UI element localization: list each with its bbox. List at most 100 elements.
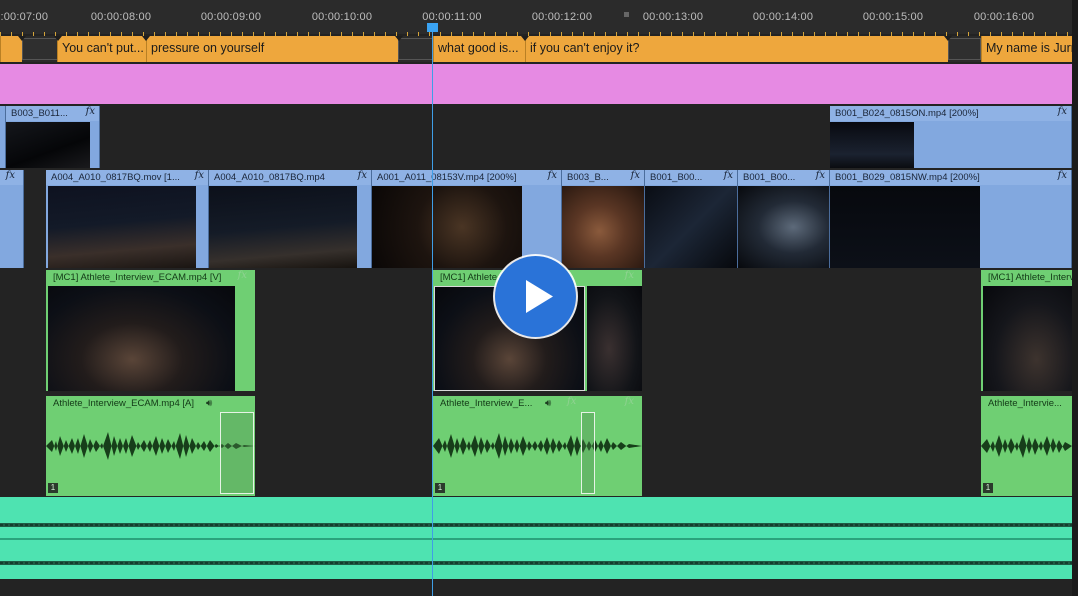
caption-clip[interactable]: if you can't enjoy it?: [525, 36, 948, 62]
playhead-line[interactable]: [432, 24, 433, 596]
audio-waveform: [433, 433, 642, 459]
video-clip[interactable]: B001_B00... fx: [645, 170, 738, 268]
speaker-icon: 🔊︎: [545, 398, 552, 409]
caption-text: You can't put...: [62, 41, 144, 55]
clip-label: B001_B00...: [743, 172, 796, 183]
caption-clip[interactable]: pressure on yourself: [146, 36, 398, 62]
play-button[interactable]: [495, 256, 576, 337]
timecode-label: 00:00:11:00: [422, 11, 482, 23]
video-clip[interactable]: A001_A011_08153V.mp4 [200%] fx: [372, 170, 562, 268]
timecode-label: 00:00:14:00: [752, 11, 814, 23]
adjustment-layer-clip[interactable]: [0, 64, 1072, 104]
marker-icon: [624, 12, 629, 17]
clip-label: B001_B00...: [650, 172, 703, 183]
clip-label: B003_B...: [567, 172, 609, 183]
video-clip[interactable]: B001_B029_0815NW.mp4 [200%] fx: [830, 170, 1072, 268]
audio-waveform: [0, 523, 1072, 527]
caption-clip[interactable]: what good is...: [433, 36, 525, 62]
play-icon: [526, 280, 553, 313]
clip-thumbnail: [983, 286, 1072, 391]
timecode-label: 00:00:08:00: [90, 11, 152, 23]
fx-icon[interactable]: fx: [1058, 170, 1067, 181]
panel-edge: [1072, 0, 1078, 596]
clip-label: B003_B011...: [11, 108, 68, 119]
interview-audio-clip[interactable]: Athlete_Interview_ECAM.mp4 [A] 🔊︎ 1: [46, 396, 255, 496]
clip-thumbnail: [6, 122, 90, 168]
timecode-label: 00:00:10:00: [311, 11, 373, 23]
caption-marker-icon: [142, 36, 150, 41]
clip-thumbnail: [830, 186, 980, 268]
fx-icon[interactable]: fx: [6, 170, 15, 181]
caption-track[interactable]: You can't put... pressure on yourself wh…: [0, 36, 1078, 62]
clip-label: A004_A010_0817BQ.mov [1...: [51, 172, 180, 183]
caption-marker-icon: [18, 36, 26, 41]
timecode-label: 00:00:16:00: [973, 11, 1035, 23]
clip-thumbnail: [830, 122, 914, 168]
speaker-icon: 🔊︎: [206, 398, 213, 409]
clip-label: Athlete_Intervie...: [988, 398, 1062, 409]
transition-handle[interactable]: [220, 412, 254, 494]
video-clip[interactable]: fx: [0, 170, 24, 268]
clip-label: A001_A011_08153V.mp4 [200%]: [377, 172, 517, 183]
caption-marker-icon: [395, 36, 403, 41]
video-clip[interactable]: B003_B011... fx: [6, 106, 100, 168]
caption-gap: [948, 38, 981, 60]
timeline-ruler[interactable]: 00:00:07:00 00:00:08:00 00:00:09:00 00:0…: [0, 0, 1078, 36]
audio-waveform: [981, 434, 1072, 458]
audio-waveform: [0, 561, 1072, 565]
caption-marker-icon: [521, 36, 529, 41]
timecode-label: 00:00:09:00: [200, 11, 262, 23]
fx-icon[interactable]: fx: [816, 170, 825, 181]
caption-marker-icon: [944, 36, 952, 41]
fx-icon[interactable]: fx: [195, 170, 204, 181]
clip-thumbnail: [48, 186, 196, 268]
video-clip[interactable]: B001_B024_0815ON.mp4 [200%] fx: [830, 106, 1072, 168]
clip-label: [MC1] Athlete_Interv: [988, 272, 1072, 283]
video-clip[interactable]: A004_A010_0817BQ.mp4 fx: [209, 170, 372, 268]
fx-icon[interactable]: fx: [567, 396, 576, 407]
fx-icon[interactable]: fx: [625, 270, 634, 281]
playhead-handle[interactable]: [427, 23, 438, 32]
caption-clip[interactable]: My name is Jurr: [981, 36, 1078, 62]
channel-badge: 1: [983, 483, 993, 493]
caption-text: what good is...: [438, 41, 519, 55]
caption-text: My name is Jurr: [986, 41, 1075, 55]
fx-icon[interactable]: fx: [358, 170, 367, 181]
clip-label: B001_B024_0815ON.mp4 [200%]: [835, 108, 979, 119]
caption-text: if you can't enjoy it?: [530, 41, 640, 55]
caption-gap: [22, 38, 58, 60]
fx-icon[interactable]: fx: [238, 270, 247, 281]
clip-label: [MC1] Athlete_: [440, 272, 503, 283]
clip-thumbnail: [645, 186, 737, 268]
fx-icon[interactable]: fx: [86, 106, 95, 117]
timecode-label: 00:00:15:00: [862, 11, 924, 23]
interview-audio-clip[interactable]: Athlete_Intervie... 1: [981, 396, 1072, 496]
transition-handle[interactable]: [581, 412, 595, 494]
clip-label: Athlete_Interview_E...: [440, 398, 533, 409]
video-clip[interactable]: B001_B00... fx: [738, 170, 830, 268]
interview-audio-clip[interactable]: Athlete_Interview_E... 🔊︎ fx fx 1: [433, 396, 642, 496]
caption-gap: [398, 38, 433, 60]
fx-icon[interactable]: fx: [631, 170, 640, 181]
video-clip[interactable]: A004_A010_0817BQ.mov [1... fx: [46, 170, 209, 268]
channel-badge: 1: [435, 483, 445, 493]
caption-marker-icon: [54, 36, 62, 41]
timecode-label: 00:00:07:00: [0, 11, 49, 23]
interview-video-clip[interactable]: [MC1] Athlete_Interview_ECAM.mp4 [V] fx: [46, 270, 255, 391]
clip-thumbnail: [48, 286, 235, 391]
clip-thumbnail: [738, 186, 829, 268]
clip-label: B001_B029_0815NW.mp4 [200%]: [835, 172, 980, 183]
video-clip[interactable]: B003_B... fx: [562, 170, 645, 268]
clip-thumbnail: [587, 286, 642, 391]
clip-label: [MC1] Athlete_Interview_ECAM.mp4 [V]: [53, 272, 222, 283]
fx-icon[interactable]: fx: [625, 396, 634, 407]
caption-clip[interactable]: You can't put...: [57, 36, 146, 62]
fx-icon[interactable]: fx: [1058, 106, 1067, 117]
track-divider: [0, 538, 1072, 540]
clip-label: A004_A010_0817BQ.mp4: [214, 172, 325, 183]
fx-icon[interactable]: fx: [548, 170, 557, 181]
timecode-label: 00:00:13:00: [642, 11, 704, 23]
interview-video-clip[interactable]: [MC1] Athlete_Interv: [981, 270, 1072, 391]
fx-icon[interactable]: fx: [724, 170, 733, 181]
music-audio-clip[interactable]: [0, 497, 1072, 579]
